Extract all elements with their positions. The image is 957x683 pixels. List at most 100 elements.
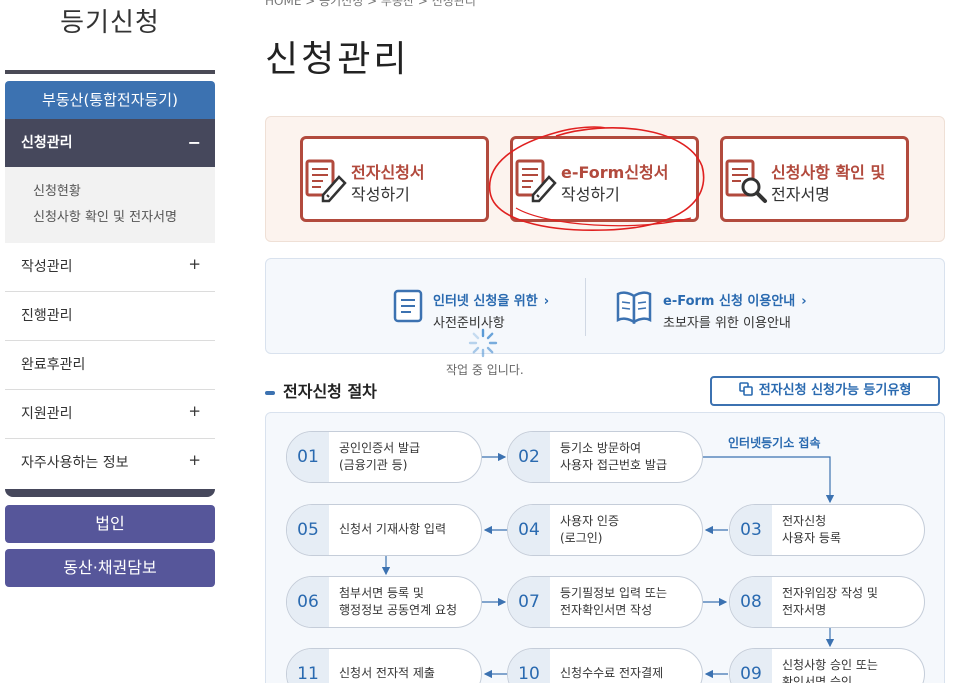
step-line1: 등기소 방문하여 bbox=[560, 441, 642, 455]
step-number: 01 bbox=[287, 432, 329, 482]
submenu-status[interactable]: 신청현황 bbox=[33, 179, 215, 205]
step-line2: 전자확인서면 작성 bbox=[560, 603, 653, 617]
menu-label: 작성관리 bbox=[21, 259, 73, 275]
step-number: 10 bbox=[508, 649, 550, 683]
step-line2: 사용자 접근번호 발급 bbox=[560, 458, 667, 472]
copy-icon bbox=[738, 382, 753, 396]
step-number: 04 bbox=[508, 505, 550, 555]
menu-apply-management[interactable]: 신청관리 − bbox=[5, 119, 215, 167]
info-divider bbox=[585, 278, 586, 336]
step-number: 03 bbox=[730, 505, 772, 555]
step-text: 전자위임장 작성 및 전자서명 bbox=[782, 585, 878, 619]
step-line1: 전자신청 bbox=[782, 514, 827, 528]
step-04: 04 사용자 인증 (로그인) bbox=[507, 504, 703, 556]
card-subtitle: 작성하기 bbox=[351, 185, 410, 204]
step-line1: 첨부서면 등록 및 bbox=[339, 586, 424, 600]
step-number: 02 bbox=[508, 432, 550, 482]
confirm-and-sign-button[interactable]: 신청사항 확인 및 전자서명 bbox=[720, 136, 909, 222]
link-title: e-Form 신청 이용안내 bbox=[663, 294, 796, 309]
menu-support-management[interactable]: 지원관리 + bbox=[5, 390, 215, 439]
step-number: 08 bbox=[730, 577, 772, 627]
step-line1: 등기필정보 입력 또는 bbox=[560, 586, 667, 600]
loading-text: 작업 중 입니다. bbox=[446, 363, 524, 377]
sidebar-title: 등기신청 bbox=[60, 8, 160, 38]
menu-label: 진행관리 bbox=[21, 308, 73, 324]
card-title: 신청사항 확인 및 bbox=[771, 163, 886, 182]
registration-types-button[interactable]: 전자신청 신청가능 등기유형 bbox=[710, 376, 940, 406]
step-09: 09 신청사항 승인 또는확인서명 승인 bbox=[729, 648, 925, 683]
step-line2: 사용자 등록 bbox=[782, 531, 842, 545]
step-11: 11 신청서 전자적 제출 bbox=[286, 648, 482, 683]
step-02: 02 등기소 방문하여사용자 접근번호 발급 bbox=[507, 431, 703, 483]
step-number: 09 bbox=[730, 649, 772, 683]
step-line2: (금융기관 등) bbox=[339, 458, 408, 472]
loading-spinner-icon bbox=[468, 328, 498, 358]
expand-icon[interactable]: + bbox=[188, 240, 201, 288]
link-title: 인터넷 신청을 위한 bbox=[433, 294, 538, 309]
step-06: 06 첨부서면 등록 및행정정보 공동연계 요청 bbox=[286, 576, 482, 628]
section-bullet bbox=[265, 390, 275, 395]
menu-post-completion[interactable]: 완료후관리 bbox=[5, 341, 215, 390]
eform-application-write-button[interactable]: e-Form신청서 작성하기 bbox=[510, 136, 699, 222]
step-01: 01 공인인증서 발급 (금융기관 등) bbox=[286, 431, 482, 483]
section-title: 전자신청 절차 bbox=[265, 378, 377, 402]
chevron-right-icon: › bbox=[543, 294, 550, 309]
breadcrumb: HOME > 등기신청 > 부동산 > 신청관리 bbox=[265, 0, 476, 8]
step-line1: 신청사항 승인 또는 bbox=[782, 658, 878, 672]
document-pen-icon bbox=[305, 159, 347, 203]
card-subtitle: 작성하기 bbox=[561, 185, 620, 204]
card-subtitle: 전자서명 bbox=[771, 185, 830, 204]
info-panel bbox=[265, 258, 945, 354]
step-number: 06 bbox=[287, 577, 329, 627]
step-line2: 확인서명 승인 bbox=[782, 675, 853, 683]
step-07: 07 등기필정보 입력 또는전자확인서면 작성 bbox=[507, 576, 703, 628]
step-text: 공인인증서 발급 (금융기관 등) bbox=[339, 440, 420, 474]
step-text: 신청서 전자적 제출 bbox=[339, 666, 435, 680]
step-text: 전자신청사용자 등록 bbox=[782, 513, 841, 547]
expand-icon[interactable]: + bbox=[188, 436, 201, 484]
step-text: 등기소 방문하여사용자 접근번호 발급 bbox=[560, 440, 667, 474]
step-10: 10 신청수수료 전자결제 bbox=[507, 648, 703, 683]
step-line2: 행정정보 공동연계 요청 bbox=[339, 603, 458, 617]
sidebar-top-bar bbox=[5, 70, 215, 74]
section-title-text: 전자신청 절차 bbox=[283, 382, 377, 401]
chevron-right-icon: › bbox=[801, 294, 807, 309]
step-08: 08 전자위임장 작성 및 전자서명 bbox=[729, 576, 925, 628]
card-title: 전자신청서 bbox=[351, 163, 425, 182]
link-subtitle: 초보자를 위한 이용안내 bbox=[663, 316, 791, 331]
menu-progress-management[interactable]: 진행관리 bbox=[5, 292, 215, 341]
step-line1: 사용자 인증 bbox=[560, 514, 620, 528]
submenu: 신청현황 신청사항 확인 및 전자서명 bbox=[5, 167, 215, 243]
submenu-confirm-sign[interactable]: 신청사항 확인 및 전자서명 bbox=[33, 205, 215, 231]
realty-tab[interactable]: 부동산(통합전자등기) bbox=[5, 81, 215, 119]
document-pen-icon bbox=[515, 159, 557, 203]
step-line2: 전자서명 bbox=[782, 603, 827, 617]
step-number: 07 bbox=[508, 577, 550, 627]
step-number: 05 bbox=[287, 505, 329, 555]
sidebar-bottom-bar bbox=[5, 489, 215, 497]
movable-asset-button[interactable]: 동산·채권담보 bbox=[5, 549, 215, 587]
step-number: 11 bbox=[287, 649, 329, 683]
step-text: 등기필정보 입력 또는전자확인서면 작성 bbox=[560, 585, 667, 619]
menu-label: 신청관리 bbox=[21, 135, 73, 151]
eform-guide-link[interactable]: e-Form 신청 이용안내 › 초보자를 위한 이용안내 bbox=[663, 290, 807, 331]
internet-registry-note: 인터넷등기소 접속 bbox=[728, 436, 821, 450]
checklist-icon bbox=[393, 289, 423, 323]
card-title: e-Form신청서 bbox=[561, 163, 669, 182]
open-book-icon bbox=[616, 291, 652, 324]
step-text: 신청사항 승인 또는확인서명 승인 bbox=[782, 657, 878, 683]
menu-frequent-info[interactable]: 자주사용하는 정보 + bbox=[5, 439, 215, 488]
menu-label: 완료후관리 bbox=[21, 357, 86, 373]
e-application-write-button[interactable]: 전자신청서 작성하기 bbox=[300, 136, 489, 222]
expand-icon[interactable]: + bbox=[188, 387, 201, 435]
collapse-icon[interactable]: − bbox=[188, 119, 201, 167]
corporation-button[interactable]: 법인 bbox=[5, 505, 215, 543]
step-text: 사용자 인증 (로그인) bbox=[560, 513, 619, 547]
types-button-label: 전자신청 신청가능 등기유형 bbox=[758, 383, 912, 398]
step-line1: 공인인증서 발급 bbox=[339, 441, 421, 455]
menu-write-management[interactable]: 작성관리 + bbox=[5, 243, 215, 292]
preparation-guide-link[interactable]: 인터넷 신청을 위한 › 사전준비사항 bbox=[433, 290, 549, 331]
step-text: 신청수수료 전자결제 bbox=[560, 666, 664, 680]
step-line2: (로그인) bbox=[560, 531, 603, 545]
step-03: 03 전자신청사용자 등록 bbox=[729, 504, 925, 556]
